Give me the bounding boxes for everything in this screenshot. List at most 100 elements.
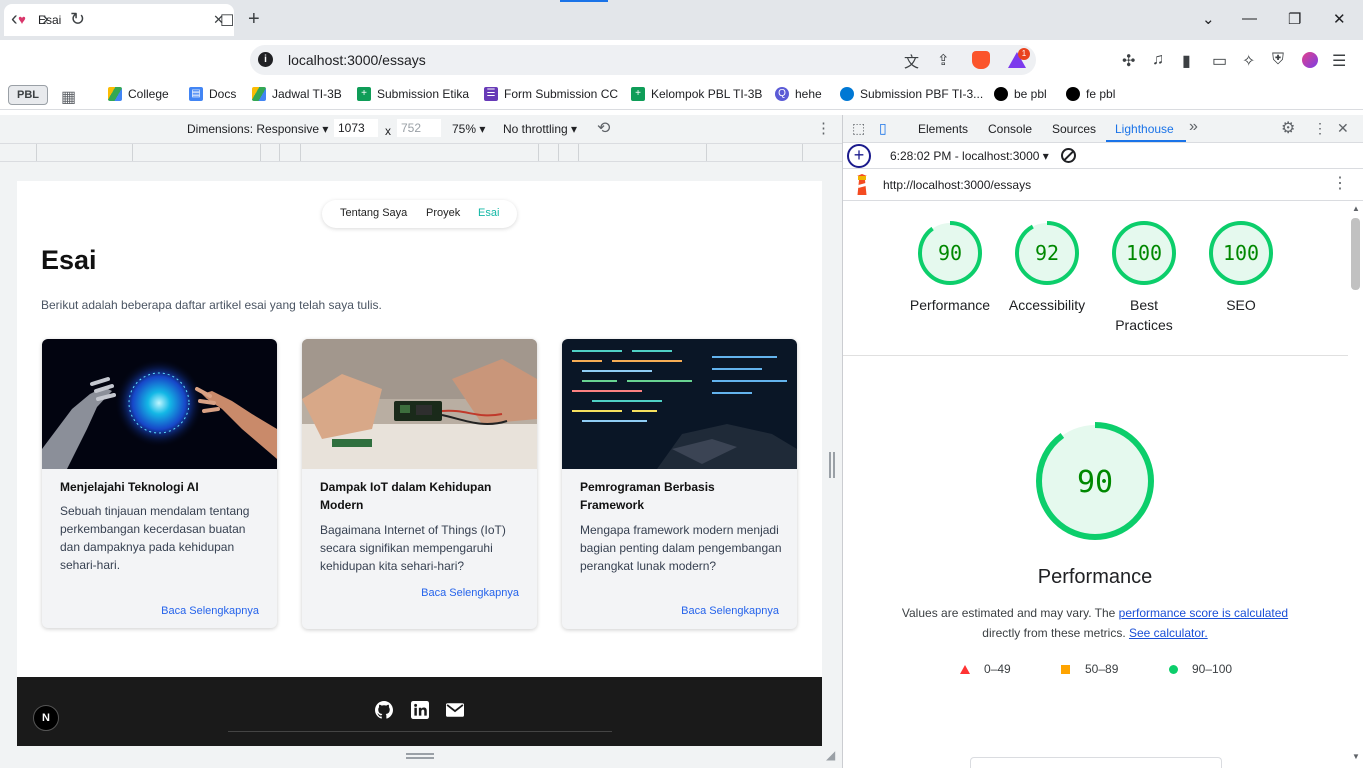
scroll-down-icon[interactable]: ▼ bbox=[1352, 752, 1360, 761]
bookmark-hehe[interactable]: Qhehe bbox=[775, 87, 822, 101]
linkedin-icon[interactable] bbox=[411, 701, 429, 719]
menu-hamburger-icon[interactable]: ☰ bbox=[1332, 51, 1346, 71]
translate-icon[interactable]: 文 bbox=[904, 51, 919, 72]
browser-tab[interactable]: ♥ Esai ✕ bbox=[4, 4, 234, 36]
best-practices-score-label[interactable]: Best Practices bbox=[1096, 295, 1192, 335]
bookmark-be-pbl[interactable]: be pbl bbox=[994, 87, 1047, 101]
resize-handle-horizontal[interactable] bbox=[406, 753, 434, 759]
sheets-icon: + bbox=[357, 87, 371, 101]
resize-handle-vertical[interactable] bbox=[829, 452, 835, 478]
tab-elements[interactable]: Elements bbox=[918, 122, 968, 136]
forms-icon: ☰ bbox=[484, 87, 498, 101]
device-more-icon[interactable]: ⋮ bbox=[816, 119, 831, 137]
maximize-button[interactable]: ❐ bbox=[1288, 10, 1301, 28]
profile-avatar[interactable] bbox=[1302, 52, 1318, 68]
bookmark-kelompok[interactable]: + Kelompok PBL TI-3B bbox=[631, 87, 762, 101]
zoom-dropdown[interactable]: 75% ▾ bbox=[452, 122, 485, 136]
tab-title: Esai bbox=[38, 13, 62, 27]
site-info-icon[interactable]: i bbox=[258, 52, 273, 67]
tab-search-chevron-icon[interactable]: ⌄ bbox=[1202, 10, 1215, 28]
card-description: Bagaimana Internet of Things (IoT) secar… bbox=[320, 523, 506, 573]
card-title[interactable]: Dampak IoT dalam Kehidupan Modern bbox=[320, 478, 520, 514]
window-close-button[interactable]: ✕ bbox=[1333, 10, 1346, 28]
vpn-shield-icon[interactable]: ⛨ bbox=[1272, 51, 1284, 69]
report-selector[interactable]: 6:28:02 PM - localhost:3000 ▾ bbox=[890, 149, 1049, 163]
github-icon[interactable] bbox=[375, 701, 393, 719]
leo-ai-icon[interactable]: ✧ bbox=[1242, 51, 1255, 71]
width-input[interactable]: 1073 bbox=[334, 119, 378, 137]
essay-card[interactable]: Pemrograman Berbasis Framework Mengapa f… bbox=[562, 339, 797, 629]
address-url[interactable]: localhost:3000/essays bbox=[288, 52, 426, 68]
page-description: Berikut adalah beberapa daftar artikel e… bbox=[41, 298, 382, 312]
inspect-element-icon[interactable]: ⬚ bbox=[852, 120, 865, 137]
essay-card[interactable]: Dampak IoT dalam Kehidupan Modern Bagaim… bbox=[302, 339, 537, 629]
bookmark-folder-pbl[interactable]: PBL bbox=[8, 85, 48, 105]
nav-esai[interactable]: Esai bbox=[478, 207, 499, 219]
performance-score-label[interactable]: Performance bbox=[902, 295, 998, 315]
bookmark-docs[interactable]: ▤ Docs bbox=[189, 87, 236, 101]
back-arrow-icon[interactable]: ‹ bbox=[11, 9, 18, 29]
reload-icon[interactable]: ↻ bbox=[70, 9, 85, 29]
scrollbar-thumb[interactable] bbox=[1351, 218, 1360, 290]
sidebar-icon[interactable]: ▮ bbox=[1182, 51, 1191, 71]
card-title[interactable]: Pemrograman Berbasis Framework bbox=[580, 478, 780, 514]
devtools-more-icon[interactable]: ⋮ bbox=[1313, 120, 1327, 137]
tab-console[interactable]: Console bbox=[988, 122, 1032, 136]
read-more-link[interactable]: Baca Selengkapnya bbox=[421, 587, 519, 599]
clear-reports-icon[interactable] bbox=[1061, 148, 1076, 163]
mail-icon[interactable] bbox=[446, 701, 464, 719]
wallet-icon[interactable]: ▭ bbox=[1212, 51, 1227, 71]
bookmark-fe-pbl[interactable]: fe pbl bbox=[1066, 87, 1115, 101]
share-icon[interactable]: ⇪ bbox=[937, 51, 950, 69]
bookmark-submission-etika[interactable]: + Submission Etika bbox=[357, 87, 469, 101]
rotate-icon[interactable]: ⟲ bbox=[597, 118, 610, 138]
bookmark-label: hehe bbox=[795, 87, 822, 101]
device-toggle-icon[interactable]: ▯ bbox=[879, 120, 887, 137]
nextjs-badge[interactable]: N bbox=[33, 705, 59, 731]
resize-corner-icon[interactable]: ◢ bbox=[826, 748, 835, 762]
forward-arrow-icon[interactable]: › bbox=[42, 9, 49, 29]
bookmark-submission-pbf[interactable]: Submission PBF TI-3... bbox=[840, 87, 983, 101]
accessibility-score-value: 92 bbox=[1035, 241, 1059, 265]
seo-score-label[interactable]: SEO bbox=[1193, 295, 1289, 315]
note-text: directly from these metrics. bbox=[982, 626, 1129, 640]
brave-shields-icon[interactable] bbox=[972, 51, 990, 69]
dimensions-dropdown[interactable]: Dimensions: Responsive ▾ bbox=[187, 122, 328, 136]
new-tab-button[interactable]: + bbox=[248, 9, 260, 29]
see-calculator-link[interactable]: See calculator. bbox=[1129, 626, 1208, 640]
scroll-up-icon[interactable]: ▲ bbox=[1352, 204, 1360, 213]
report-menu-icon[interactable]: ⋮ bbox=[1332, 176, 1348, 192]
throttling-dropdown[interactable]: No throttling ▾ bbox=[503, 122, 577, 136]
emulated-page: Tentang Saya Proyek Esai Esai Berikut ad… bbox=[17, 181, 822, 746]
nav-proyek[interactable]: Proyek bbox=[426, 207, 460, 219]
bookmark-college[interactable]: College bbox=[108, 87, 169, 101]
height-input[interactable]: 752 bbox=[397, 119, 441, 137]
bookmark-label: Form Submission CC bbox=[504, 87, 619, 101]
devtools-close-icon[interactable]: ✕ bbox=[1337, 120, 1349, 137]
tab-lighthouse[interactable]: Lighthouse bbox=[1115, 122, 1174, 136]
performance-big-gauge: 90 bbox=[1036, 422, 1154, 540]
apps-grid-icon[interactable]: ▦ bbox=[61, 87, 76, 107]
settings-gear-icon[interactable]: ⚙ bbox=[1281, 118, 1295, 138]
media-icon[interactable]: ♫ bbox=[1152, 51, 1164, 69]
legend-label: 50–89 bbox=[1085, 662, 1119, 676]
minimize-button[interactable]: — bbox=[1242, 10, 1257, 27]
read-more-link[interactable]: Baca Selengkapnya bbox=[161, 605, 259, 617]
bookmark-form-submission[interactable]: ☰ Form Submission CC bbox=[484, 87, 618, 101]
card-description: Sebuah tinjauan mendalam tentang perkemb… bbox=[60, 504, 250, 572]
essay-card[interactable]: Menjelajahi Teknologi AI Sebuah tinjauan… bbox=[42, 339, 277, 628]
more-tabs-icon[interactable]: » bbox=[1189, 118, 1198, 136]
score-calculated-link[interactable]: performance score is calculated bbox=[1119, 606, 1288, 620]
extensions-icon[interactable]: ✣ bbox=[1122, 51, 1135, 71]
bookmark-icon[interactable]: ☐ bbox=[220, 12, 234, 32]
card-title[interactable]: Menjelajahi Teknologi AI bbox=[60, 478, 260, 496]
bookmark-jadwal[interactable]: Jadwal TI-3B bbox=[252, 87, 342, 101]
read-more-link[interactable]: Baca Selengkapnya bbox=[681, 605, 779, 617]
tab-sources[interactable]: Sources bbox=[1052, 122, 1096, 136]
legend-label: 0–49 bbox=[984, 662, 1011, 676]
accessibility-score-label[interactable]: Accessibility bbox=[999, 295, 1095, 315]
seo-score-value: 100 bbox=[1223, 241, 1259, 265]
new-report-plus-icon[interactable]: + bbox=[847, 144, 871, 168]
footer-divider bbox=[228, 731, 612, 732]
nav-tentang-saya[interactable]: Tentang Saya bbox=[340, 207, 407, 219]
